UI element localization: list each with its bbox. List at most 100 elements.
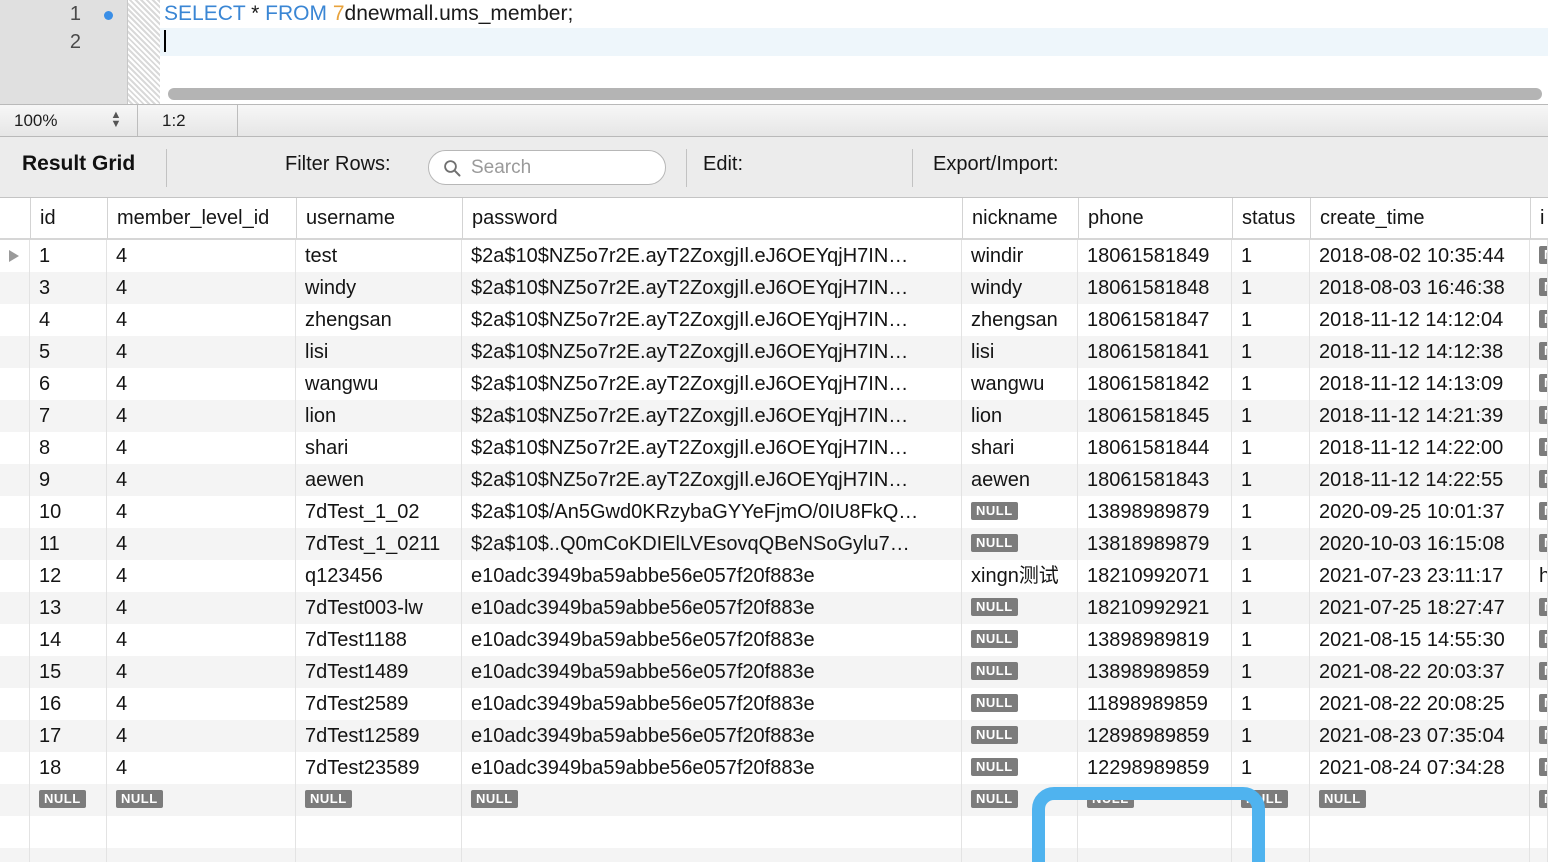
cell-username[interactable]: windy xyxy=(296,272,462,304)
cell-password[interactable]: e10adc3949ba59abbe56e057f20f883e xyxy=(462,688,962,720)
column-header-id[interactable]: id xyxy=(30,198,107,239)
cell-status[interactable]: 1 xyxy=(1232,400,1310,432)
row-marker[interactable] xyxy=(0,848,30,862)
cell-i[interactable]: NULL xyxy=(1530,720,1548,752)
cell-member_level_id[interactable]: 4 xyxy=(107,592,296,624)
cell-username[interactable]: 7dTest_1_0211 xyxy=(296,528,462,560)
cell-create_time[interactable]: 2020-10-03 16:15:08 xyxy=(1310,528,1530,560)
cell-i[interactable]: NULL xyxy=(1530,656,1548,688)
cell-i[interactable]: NULL xyxy=(1530,304,1548,336)
cell-member_level_id[interactable]: 4 xyxy=(107,752,296,784)
cell-id[interactable]: 15 xyxy=(30,656,107,688)
cell-nickname[interactable]: NULL xyxy=(962,752,1078,784)
cell-phone[interactable]: 18061581845 xyxy=(1078,400,1232,432)
cell-username[interactable]: q123456 xyxy=(296,560,462,592)
cell-phone[interactable]: 18210992921 xyxy=(1078,592,1232,624)
table-row[interactable]: 16 4 7dTest2589 e10adc3949ba59abbe56e057f20… xyxy=(0,688,1548,720)
cell-phone[interactable]: 12898989859 xyxy=(1078,720,1232,752)
table-row[interactable]: 14 4 7dTest1188 e10adc3949ba59abbe56e057f20… xyxy=(0,624,1548,656)
table-row[interactable]: 18 4 7dTest23589 e10adc3949ba59abbe56e057f2… xyxy=(0,752,1548,784)
cell-nickname[interactable]: NULL xyxy=(962,688,1078,720)
result-grid-body[interactable]: 1 4 test $2a$10$NZ5o7r2E.ayT2ZoxgjIl.eJ6OEY… xyxy=(0,240,1548,862)
cell-create_time[interactable]: 2018-11-12 14:22:00 xyxy=(1310,432,1530,464)
cell-create_time[interactable]: 2021-08-15 14:55:30 xyxy=(1310,624,1530,656)
cell-password[interactable]: $2a$10$NZ5o7r2E.ayT2ZoxgjIl.eJ6OEYqjH7IN… xyxy=(462,368,962,400)
cell-id[interactable]: 13 xyxy=(30,592,107,624)
table-row[interactable]: 10 4 7dTest_1_02 $2a$10$/An5Gwd0KRzybaGYYeF… xyxy=(0,496,1548,528)
row-marker[interactable] xyxy=(0,528,30,560)
cell-i[interactable]: NULL xyxy=(1530,240,1548,272)
row-marker[interactable] xyxy=(0,816,30,848)
cell-id[interactable]: 12 xyxy=(30,560,107,592)
column-header-member_level_id[interactable]: member_level_id xyxy=(107,198,296,239)
cell-phone[interactable]: 18061581841 xyxy=(1078,336,1232,368)
cell-i[interactable]: NULL xyxy=(1530,688,1548,720)
cell-username[interactable]: lisi xyxy=(296,336,462,368)
cell-create_time[interactable]: 2021-08-23 07:35:04 xyxy=(1310,720,1530,752)
row-marker[interactable] xyxy=(0,432,30,464)
cell-username[interactable]: 7dTest_1_02 xyxy=(296,496,462,528)
cell-status[interactable] xyxy=(1232,816,1310,848)
cell-username[interactable]: 7dTest1489 xyxy=(296,656,462,688)
cell-member_level_id[interactable]: 4 xyxy=(107,656,296,688)
cell-create_time[interactable]: 2018-11-12 14:12:04 xyxy=(1310,304,1530,336)
cell-phone[interactable]: 18061581848 xyxy=(1078,272,1232,304)
cell-phone[interactable]: 18210992071 xyxy=(1078,560,1232,592)
table-row-empty[interactable] xyxy=(0,816,1548,848)
cell-member_level_id[interactable]: 4 xyxy=(107,496,296,528)
cell-i[interactable] xyxy=(1530,816,1548,848)
cell-nickname[interactable]: aewen xyxy=(962,464,1078,496)
cell-status[interactable]: 1 xyxy=(1232,752,1310,784)
column-header-password[interactable]: password xyxy=(462,198,962,239)
cell-create_time[interactable] xyxy=(1310,816,1530,848)
cell-password[interactable]: $2a$10$NZ5o7r2E.ayT2ZoxgjIl.eJ6OEYqjH7IN… xyxy=(462,272,962,304)
cell-phone[interactable]: NULL xyxy=(1078,784,1232,816)
cell-id[interactable]: 11 xyxy=(30,528,107,560)
cell-phone[interactable]: 18061581842 xyxy=(1078,368,1232,400)
cell-i[interactable]: h xyxy=(1530,560,1548,592)
cell-phone[interactable] xyxy=(1078,848,1232,862)
cell-member_level_id[interactable]: 4 xyxy=(107,272,296,304)
cell-id[interactable]: 5 xyxy=(30,336,107,368)
stepper-down-icon[interactable]: ▼ xyxy=(108,119,124,130)
cell-member_level_id[interactable]: 4 xyxy=(107,336,296,368)
cell-i[interactable]: NULL xyxy=(1530,496,1548,528)
table-row[interactable]: NULL NULL NULL NULL NULL NULL NULL NULL NULL xyxy=(0,784,1548,816)
column-header-create_time[interactable]: create_time xyxy=(1310,198,1530,239)
cell-password[interactable]: e10adc3949ba59abbe56e057f20f883e xyxy=(462,752,962,784)
cell-nickname[interactable]: wangwu xyxy=(962,368,1078,400)
cell-id[interactable]: 17 xyxy=(30,720,107,752)
cell-status[interactable]: 1 xyxy=(1232,528,1310,560)
cell-create_time[interactable]: 2018-11-12 14:22:55 xyxy=(1310,464,1530,496)
cell-nickname[interactable]: zhengsan xyxy=(962,304,1078,336)
row-marker[interactable] xyxy=(0,240,30,272)
row-marker[interactable] xyxy=(0,464,30,496)
cell-phone[interactable]: 12298989859 xyxy=(1078,752,1232,784)
cell-phone[interactable]: 11898989859 xyxy=(1078,688,1232,720)
cell-member_level_id[interactable] xyxy=(107,848,296,862)
table-row[interactable]: 11 4 7dTest_1_0211 $2a$10$..Q0mCoKDIElLVEso… xyxy=(0,528,1548,560)
column-header-nickname[interactable]: nickname xyxy=(962,198,1078,239)
cell-i[interactable]: NULL xyxy=(1530,272,1548,304)
cell-nickname[interactable]: windir xyxy=(962,240,1078,272)
row-marker[interactable] xyxy=(0,304,30,336)
cell-phone[interactable]: 13898989819 xyxy=(1078,624,1232,656)
code-line-1[interactable]: SELECT * FROM 7dnewmall.ums_member; xyxy=(160,0,1548,28)
column-header-status[interactable]: status xyxy=(1232,198,1310,239)
cell-nickname[interactable]: NULL xyxy=(962,528,1078,560)
cell-nickname[interactable]: lion xyxy=(962,400,1078,432)
cell-username[interactable]: 7dTest12589 xyxy=(296,720,462,752)
cell-i[interactable]: NULL xyxy=(1530,336,1548,368)
cell-member_level_id[interactable]: 4 xyxy=(107,400,296,432)
cell-status[interactable]: 1 xyxy=(1232,624,1310,656)
cell-phone[interactable]: 13818989879 xyxy=(1078,528,1232,560)
cell-id[interactable]: 18 xyxy=(30,752,107,784)
cell-i[interactable]: NULL xyxy=(1530,784,1548,816)
cell-password[interactable]: e10adc3949ba59abbe56e057f20f883e xyxy=(462,656,962,688)
cell-member_level_id[interactable]: 4 xyxy=(107,624,296,656)
cell-password[interactable] xyxy=(462,848,962,862)
cell-username[interactable]: NULL xyxy=(296,784,462,816)
cell-member_level_id[interactable]: 4 xyxy=(107,528,296,560)
cell-create_time[interactable]: 2020-09-25 10:01:37 xyxy=(1310,496,1530,528)
cell-id[interactable]: 10 xyxy=(30,496,107,528)
